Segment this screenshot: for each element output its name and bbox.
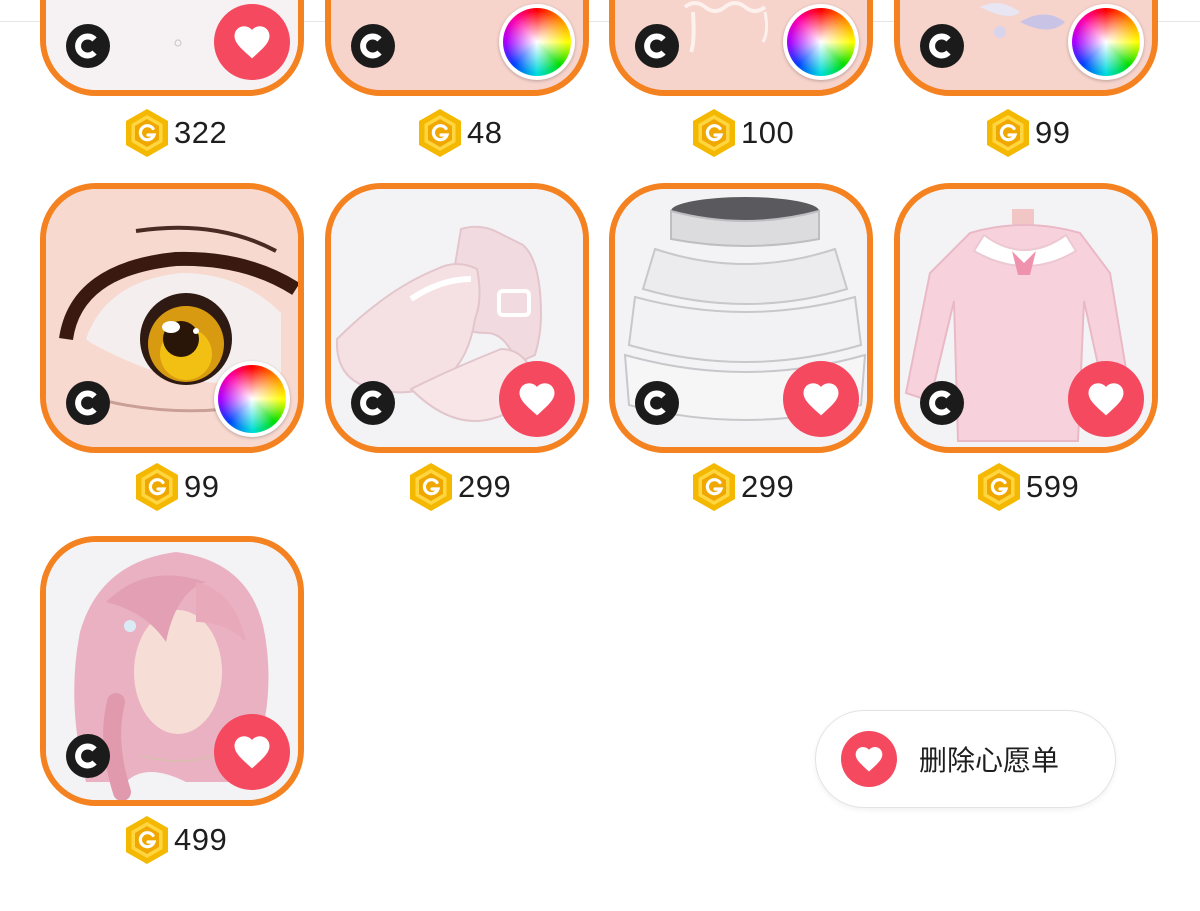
price-tag: 299 (408, 462, 511, 512)
price-value: 299 (741, 469, 795, 504)
item-card-skirt[interactable] (609, 183, 873, 453)
price-tag: 499 (124, 815, 227, 865)
price-value: 99 (184, 469, 220, 504)
copyright-icon (66, 734, 110, 778)
copyright-icon (66, 381, 110, 425)
gold-coin-icon (124, 108, 170, 158)
price-tag: 100 (691, 108, 794, 158)
gold-coin-icon (985, 108, 1031, 158)
price-tag: 48 (417, 108, 502, 158)
gold-coin-icon (417, 108, 463, 158)
price-value: 99 (1035, 115, 1071, 150)
gold-coin-icon (976, 462, 1022, 512)
copyright-icon (66, 24, 110, 68)
color-wheel-icon[interactable] (214, 361, 290, 437)
item-card-sweater[interactable] (894, 183, 1158, 453)
item-card-2[interactable] (325, 0, 589, 96)
item-card-4[interactable] (894, 0, 1158, 96)
favorite-heart-icon[interactable] (1068, 361, 1144, 437)
gold-coin-icon (408, 462, 454, 512)
favorite-heart-icon[interactable] (783, 361, 859, 437)
gold-coin-icon (124, 815, 170, 865)
favorite-heart-icon[interactable] (214, 4, 290, 80)
price-tag: 99 (985, 108, 1070, 158)
price-value: 322 (174, 115, 228, 150)
favorite-heart-icon[interactable] (214, 714, 290, 790)
price-value: 599 (1026, 469, 1080, 504)
remove-wishlist-label: 删除心愿单 (919, 744, 1060, 777)
gold-coin-icon (691, 108, 737, 158)
color-wheel-icon[interactable] (499, 4, 575, 80)
item-card-hair[interactable] (40, 536, 304, 806)
price-value: 499 (174, 822, 228, 857)
color-wheel-icon[interactable] (783, 4, 859, 80)
color-wheel-icon[interactable] (1068, 4, 1144, 80)
remove-wishlist-button[interactable]: 删除心愿单 (815, 710, 1116, 808)
item-card-eye[interactable] (40, 183, 304, 453)
price-value: 100 (741, 115, 795, 150)
price-tag: 599 (976, 462, 1079, 512)
copyright-icon (920, 381, 964, 425)
item-card-3[interactable] (609, 0, 873, 96)
item-card-shoes[interactable] (325, 183, 589, 453)
item-card-1[interactable] (40, 0, 304, 96)
copyright-icon (351, 24, 395, 68)
copyright-icon (635, 24, 679, 68)
price-value: 299 (458, 469, 512, 504)
price-tag: 299 (691, 462, 794, 512)
price-value: 48 (467, 115, 503, 150)
price-tag: 322 (124, 108, 227, 158)
price-tag: 99 (134, 462, 219, 512)
copyright-icon (920, 24, 964, 68)
gold-coin-icon (134, 462, 180, 512)
copyright-icon (635, 381, 679, 425)
heart-icon (841, 731, 897, 787)
favorite-heart-icon[interactable] (499, 361, 575, 437)
gold-coin-icon (691, 462, 737, 512)
copyright-icon (351, 381, 395, 425)
